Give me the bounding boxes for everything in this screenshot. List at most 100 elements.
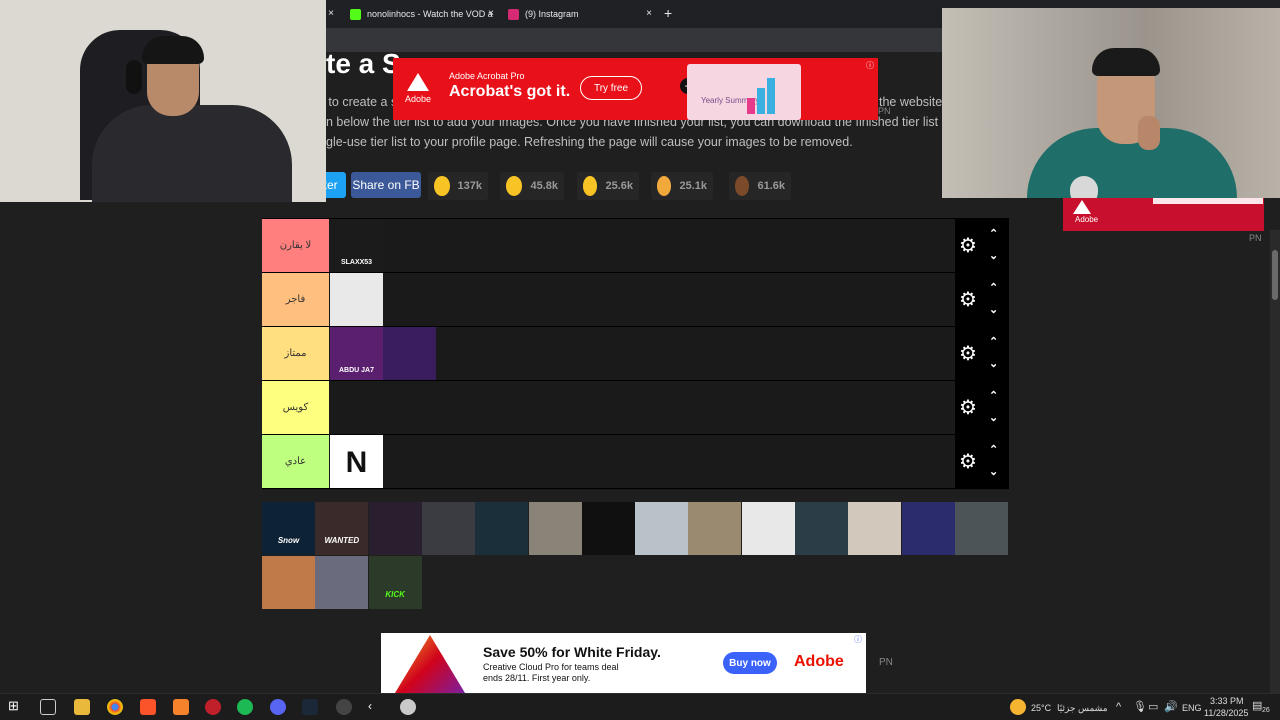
tier-label[interactable]: ممتاز [262,327,329,380]
gear-icon[interactable]: ⚙ [959,452,977,472]
capcut-icon[interactable]: ‹ [368,699,384,715]
page-scrollbar[interactable] [1270,230,1280,693]
gear-icon[interactable]: ⚙ [959,398,977,418]
pn-label: PN [879,657,893,668]
vlc-icon[interactable] [173,699,189,715]
gear-icon[interactable]: ⚙ [959,236,977,256]
ad-cta-button[interactable]: Try free [580,76,642,100]
chevron-up-icon[interactable]: ⌃ [989,335,998,348]
steam-icon[interactable] [302,699,318,715]
chevron-up-icon[interactable]: ⌃ [989,443,998,456]
close-icon[interactable]: × [646,8,652,19]
laugh-icon [583,176,598,196]
tier-image[interactable]: ABDU JA7 [330,327,383,380]
volume-icon[interactable]: 🔊 [1164,700,1178,713]
reaction-poop[interactable]: 61.6k [729,172,791,200]
new-tab-button[interactable]: + [664,5,672,21]
adchoices-icon[interactable]: ⓘ [866,60,874,71]
chevron-down-icon[interactable]: ⌄ [989,411,998,424]
brave-icon[interactable] [140,699,156,715]
pool-image[interactable] [635,502,689,555]
chevron-down-icon[interactable]: ⌄ [989,357,998,370]
chevron-up-icon[interactable]: ⌃ [989,389,998,402]
reaction-laugh[interactable]: 25.6k [577,172,639,200]
task-view-icon[interactable] [40,699,56,715]
chevron-down-icon[interactable]: ⌄ [989,249,998,262]
tier-image[interactable]: N [330,435,383,488]
tier-items[interactable] [330,273,383,326]
clock-date[interactable]: 11/28/2025 [1204,708,1248,718]
ad-line-2: ends 28/11. First year only. [483,673,591,683]
buy-now-button[interactable]: Buy now [723,652,777,674]
gear-icon[interactable]: ⚙ [959,290,977,310]
pool-image[interactable] [848,502,902,555]
reaction-raised-hands[interactable]: 25.1k [651,172,713,200]
tier-image[interactable] [330,273,383,326]
chevron-down-icon[interactable]: ⌄ [989,465,998,478]
reaction-count: 137k [457,180,482,192]
pool-image[interactable] [262,556,315,609]
chevron-up-icon[interactable]: ⌃ [989,227,998,240]
tier-image[interactable] [383,327,436,380]
weather-icon[interactable] [1010,699,1026,715]
pool-image[interactable] [901,502,955,555]
ad-banner-top[interactable]: Adobe Adobe Acrobat Pro Acrobat's got it… [393,58,878,120]
share-fb-button[interactable]: Share on FB [351,172,421,198]
tier-items[interactable]: N [330,435,383,488]
network-icon[interactable]: ▭ [1148,700,1158,713]
tier-items[interactable]: SLAXX53 [330,219,383,272]
tier-label[interactable]: لا يقارن [262,219,329,272]
tab-instagram[interactable]: (9) Instagram × [502,0,658,28]
pool-image[interactable]: Snow [262,502,315,555]
app-icon[interactable] [205,699,221,715]
scrollbar-thumb[interactable] [1272,250,1278,300]
ad-banner-bottom[interactable]: Save 50% for White Friday. Creative Clou… [381,633,866,693]
close-icon[interactable]: × [488,8,494,19]
close-icon[interactable]: × [328,8,334,19]
pool-image[interactable] [528,502,582,555]
pool-image[interactable] [954,502,1008,555]
reaction-heart-eyes[interactable]: 45.8k [500,172,564,200]
tier-label[interactable]: فاجر [262,273,329,326]
windows-start-icon[interactable]: ⊞ [8,698,24,714]
app-icon[interactable] [400,699,416,715]
weather-text: مشمس جزئيًا [1057,703,1108,713]
obs-icon[interactable] [336,699,352,715]
file-explorer-icon[interactable] [74,699,90,715]
tab-partial[interactable]: × [326,0,334,28]
adchoices-icon[interactable]: ⓘ [854,634,862,645]
tier-row[interactable]: كويس ⚙ ⌃ ⌄ [262,381,1009,435]
pool-image[interactable]: KICK [368,556,422,609]
pool-image[interactable] [581,502,635,555]
pool-image[interactable] [368,502,422,555]
chevron-down-icon[interactable]: ⌄ [989,303,998,316]
notification-icon[interactable]: ▤ [1252,699,1262,712]
pool-image[interactable]: WANTED [315,502,369,555]
gear-icon[interactable]: ⚙ [959,344,977,364]
pool-image[interactable] [315,556,369,609]
pool-image[interactable] [475,502,529,555]
ad-banner-right[interactable]: Adobe [1063,198,1264,231]
tier-label[interactable]: كويس [262,381,329,434]
tier-items[interactable]: ABDU JA7 [330,327,436,380]
pool-image[interactable] [421,502,475,555]
tier-label[interactable]: عادي [262,435,329,488]
language-indicator[interactable]: ENG [1182,703,1202,713]
tier-image[interactable]: SLAXX53 [330,219,383,272]
microphone-icon[interactable]: 🎙 [1133,700,1147,713]
tier-row[interactable]: ممتاز ABDU JA7 ⚙ ⌃ ⌄ [262,327,1009,381]
tier-row[interactable]: فاجر ⚙ ⌃ ⌄ [262,273,1009,327]
discord-icon[interactable] [270,699,286,715]
tray-chevron-icon[interactable]: ^ [1116,701,1121,713]
chrome-icon[interactable] [107,699,123,715]
reaction-grin[interactable]: 137k [428,172,488,200]
pool-image[interactable] [688,502,742,555]
chevron-up-icon[interactable]: ⌃ [989,281,998,294]
pool-image[interactable] [795,502,848,555]
spotify-icon[interactable] [237,699,253,715]
tier-row[interactable]: عادي N ⚙ ⌃ ⌄ [262,435,1009,489]
tab-kick[interactable]: nonolinhocs - Watch the VOD a × [344,0,500,28]
tier-row[interactable]: لا يقارن SLAXX53 ⚙ ⌃ ⌄ [262,219,1009,273]
pool-image[interactable] [741,502,795,555]
clock-time[interactable]: 3:33 PM [1210,696,1244,706]
